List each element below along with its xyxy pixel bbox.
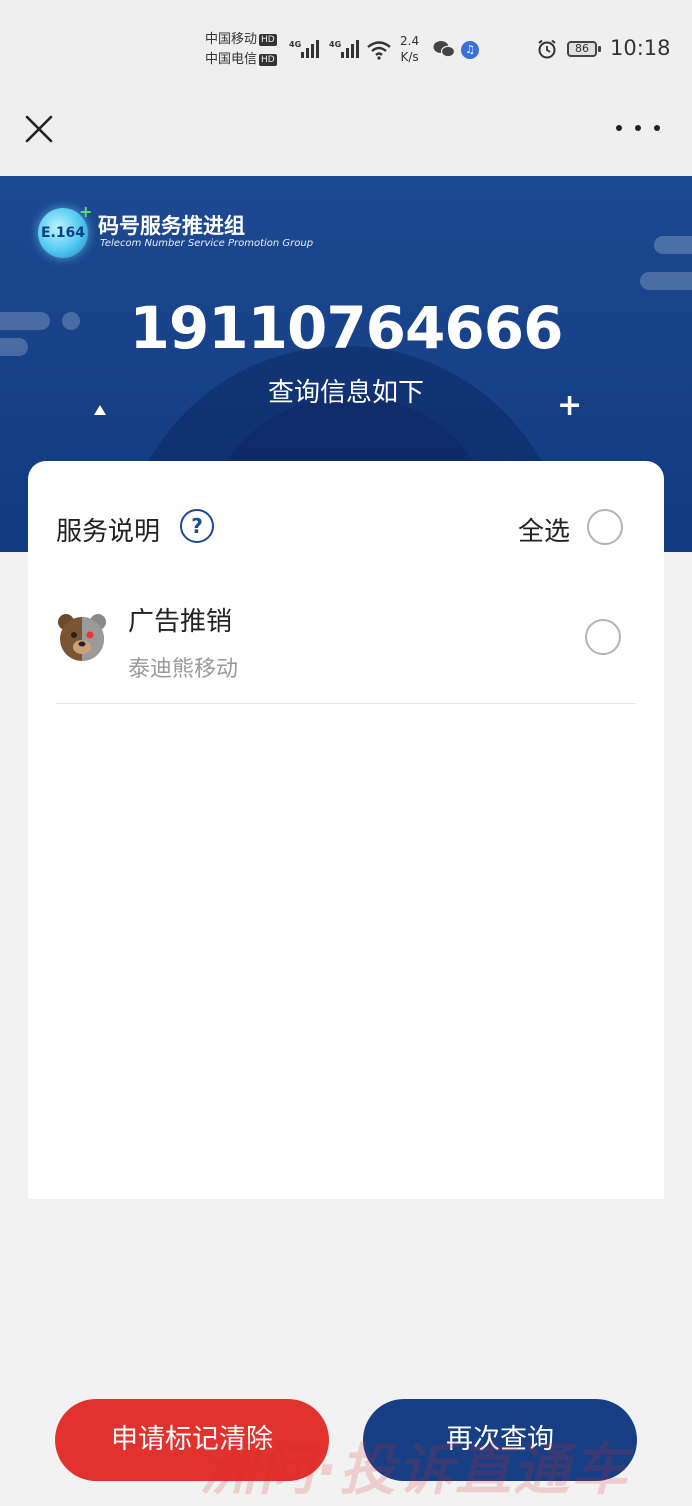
org-name-en: Telecom Number Service Promotion Group [100,238,314,249]
wechat-icon [433,41,455,58]
service-card: 服务说明 ? 全选 广告推销 泰迪熊移动 [28,461,664,1199]
service-title: 服务说明 [56,517,161,547]
query-subtitle: 查询信息如下 [267,378,424,408]
music-icon: ♫ [461,41,479,59]
decor-pill [654,236,692,254]
phone-number: 19110764666 [129,294,564,362]
alarm-icon [538,39,556,59]
select-all-radio[interactable] [587,509,623,545]
hd-badge-2: HD [259,53,277,66]
org-name-cn: 码号服务推进组 [98,214,245,238]
status-bar: 中国移动 HD 中国电信 HD 4G 4G 2.4 K/s ♫ 86 10:18 [0,0,692,100]
clock: 10:18 [610,36,671,60]
help-question-icon[interactable]: ? [180,509,214,543]
carrier-2: 中国电信 [205,52,258,67]
carrier-info: 中国移动 HD 中国电信 HD [205,30,277,70]
nav-bar [0,100,692,176]
more-dots-icon[interactable] [616,118,660,138]
hd-badge-1: HD [259,33,277,46]
battery-indicator: 86 [567,41,601,57]
decor-pill [640,272,692,290]
select-all-label[interactable]: 全选 [518,511,570,548]
decor-triangle [94,405,106,415]
carrier-1: 中国移动 [205,32,258,47]
logo-plus-icon: + [79,202,93,221]
watermark: 洲问·投诉直通车 [200,1438,630,1503]
list-item[interactable]: 广告推销 泰迪熊移动 [56,579,636,704]
item-radio[interactable] [585,619,621,655]
network-speed: 2.4 K/s [400,34,420,64]
decor-plus: + [557,388,583,423]
teddy-bear-avatar [58,614,106,661]
wifi-icon [367,41,391,60]
close-icon[interactable] [22,112,56,146]
item-subtitle: 泰迪熊移动 [128,657,239,682]
item-title: 广告推销 [128,607,233,637]
